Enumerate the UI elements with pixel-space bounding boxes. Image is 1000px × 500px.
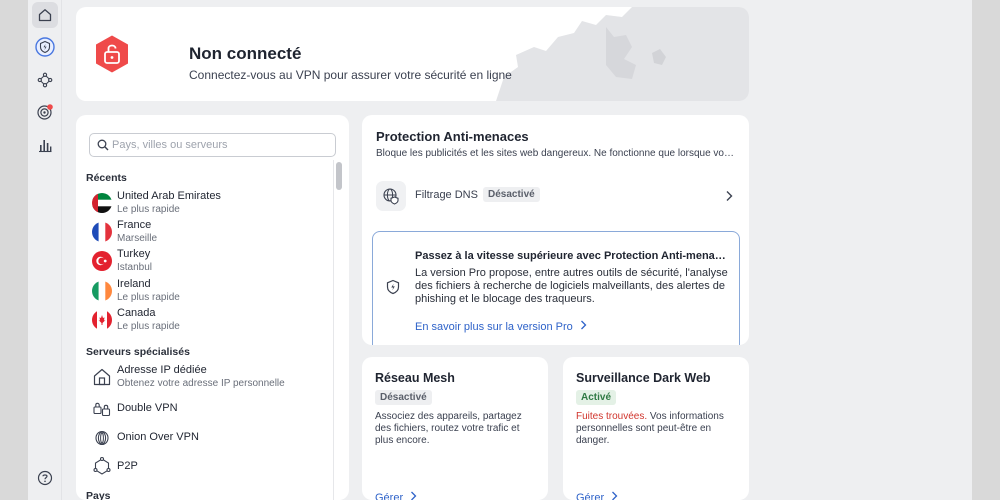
dedicated-ip-icon xyxy=(93,368,111,386)
threat-protection-title: Protection Anti-menaces xyxy=(376,129,529,144)
threat-protection-card: Protection Anti-menaces Bloque les publi… xyxy=(362,115,749,345)
server-search-field[interactable] xyxy=(89,133,336,157)
learn-more-pro-link[interactable]: En savoir plus sur la version Pro xyxy=(415,320,588,333)
desktop-edge xyxy=(972,0,1000,500)
home-nav-button[interactable] xyxy=(32,2,58,28)
recent-item-canada[interactable]: Canada Le plus rapide xyxy=(92,307,322,335)
threat-protection-description: Bloque les publicités et les sites web d… xyxy=(376,148,738,159)
uae-flag-icon xyxy=(92,193,112,213)
recent-item-turkey[interactable]: Turkey Istanbul xyxy=(92,248,322,276)
shield-bolt-icon xyxy=(386,279,400,295)
server-list-scrollbar[interactable] xyxy=(333,160,343,500)
leaks-found-warning: Fuites trouvées. xyxy=(576,411,648,422)
specialty-title: Onion Over VPN xyxy=(117,431,199,443)
search-input[interactable] xyxy=(112,136,332,154)
dns-filtering-row[interactable]: Filtrage DNS Désactivé xyxy=(376,177,738,213)
connection-status-title: Non connecté xyxy=(189,44,302,63)
meshnet-manage-link[interactable]: Gérer xyxy=(375,491,418,500)
scrollbar-thumb[interactable] xyxy=(336,162,342,190)
p2p-icon xyxy=(93,456,111,475)
recent-country: Canada xyxy=(117,307,156,319)
globe-shield-icon xyxy=(383,188,399,205)
recent-country: United Arab Emirates xyxy=(117,190,221,202)
specialty-item-p2p[interactable]: P2P xyxy=(92,453,322,481)
promo-title: Passez à la vitesse supérieure avec Prot… xyxy=(415,250,730,262)
meshnet-title: Réseau Mesh xyxy=(375,371,455,385)
recent-item-ireland[interactable]: Ireland Le plus rapide xyxy=(92,278,322,306)
help-icon xyxy=(37,470,53,486)
connection-status-subtitle: Connectez-vous au VPN pour assurer votre… xyxy=(189,68,512,82)
onion-icon xyxy=(95,430,109,446)
specialty-servers-heading: Serveurs spécialisés xyxy=(86,346,190,358)
specialty-item-double-vpn[interactable]: Double VPN xyxy=(92,395,322,423)
dns-status-badge: Désactivé xyxy=(483,187,540,202)
recent-country: Ireland xyxy=(117,278,151,290)
specialty-title: Double VPN xyxy=(117,402,178,414)
dark-web-manage-link[interactable]: Gérer xyxy=(576,491,619,500)
specialty-title: Adresse IP dédiée xyxy=(117,364,207,376)
meshnet-nav-button[interactable] xyxy=(32,67,58,93)
world-map-decoration xyxy=(496,7,749,101)
specialty-item-onion[interactable]: Onion Over VPN xyxy=(92,424,322,452)
connection-status-card: Non connecté Connectez-vous au VPN pour … xyxy=(76,7,749,101)
dark-web-monitor-card[interactable]: Surveillance Dark Web Activé Fuites trou… xyxy=(563,357,749,500)
promo-body: La version Pro propose, entre autres out… xyxy=(415,267,728,305)
pro-upgrade-banner: Passez à la vitesse supérieure avec Prot… xyxy=(372,231,740,345)
ireland-flag-icon xyxy=(92,281,112,301)
double-vpn-icon xyxy=(93,402,111,417)
turkey-flag-icon xyxy=(92,251,112,271)
chevron-right-icon xyxy=(411,491,417,500)
help-nav-button[interactable] xyxy=(32,465,58,491)
canada-flag-icon xyxy=(92,310,112,330)
specialty-detail: Obtenez votre adresse IP personnelle xyxy=(117,378,285,389)
search-icon xyxy=(97,139,109,151)
recent-detail: Marseille xyxy=(117,233,158,244)
dark-web-description: Fuites trouvées. Vos informations person… xyxy=(576,411,741,447)
unlocked-padlock-icon xyxy=(96,35,128,73)
manage-label: Gérer xyxy=(375,492,404,500)
dark-web-status-badge: Activé xyxy=(576,390,617,405)
mesh-network-icon xyxy=(37,72,53,88)
meshnet-description: Associez des appareils, partagez des fic… xyxy=(375,411,522,446)
chevron-right-icon xyxy=(580,320,587,330)
dark-web-title: Surveillance Dark Web xyxy=(576,371,711,385)
server-list-panel: Récents United Arab Emirates Le plus rap… xyxy=(76,115,349,500)
recent-detail: Le plus rapide xyxy=(117,204,180,215)
shield-bolt-icon xyxy=(35,37,55,57)
specialty-title: P2P xyxy=(117,460,138,472)
meshnet-card[interactable]: Réseau Mesh Désactivé Associez des appar… xyxy=(362,357,548,500)
recent-detail: Le plus rapide xyxy=(117,321,180,332)
meshnet-status-badge: Désactivé xyxy=(375,390,432,405)
stats-bars-icon xyxy=(39,140,52,153)
chevron-right-icon xyxy=(612,491,618,500)
nav-rail xyxy=(28,0,62,500)
specialty-item-dedicated-ip[interactable]: Adresse IP dédiée Obtenez votre adresse … xyxy=(92,364,322,392)
countries-heading: Pays xyxy=(86,490,111,500)
threat-protection-nav-button[interactable] xyxy=(32,34,58,60)
recents-heading: Récents xyxy=(86,172,127,184)
home-icon xyxy=(38,9,52,22)
recent-item-uae[interactable]: United Arab Emirates Le plus rapide xyxy=(92,190,322,218)
dark-web-target-icon xyxy=(37,104,53,120)
learn-more-label: En savoir plus sur la version Pro xyxy=(415,321,573,333)
stats-nav-button[interactable] xyxy=(32,132,58,158)
dark-web-nav-button[interactable] xyxy=(32,99,58,125)
recent-item-france[interactable]: France Marseille xyxy=(92,219,322,247)
dns-icon-container xyxy=(376,181,406,211)
chevron-right-icon xyxy=(726,191,733,201)
recent-detail: Istanbul xyxy=(117,262,153,273)
scrollbar-track xyxy=(333,160,334,500)
france-flag-icon xyxy=(92,222,112,242)
app-window: Non connecté Connectez-vous au VPN pour … xyxy=(28,0,972,500)
recent-detail: Le plus rapide xyxy=(117,292,180,303)
manage-label: Gérer xyxy=(576,492,605,500)
recent-country: Turkey xyxy=(117,248,151,260)
dns-filtering-label: Filtrage DNS xyxy=(415,189,478,201)
recent-country: France xyxy=(117,219,152,231)
